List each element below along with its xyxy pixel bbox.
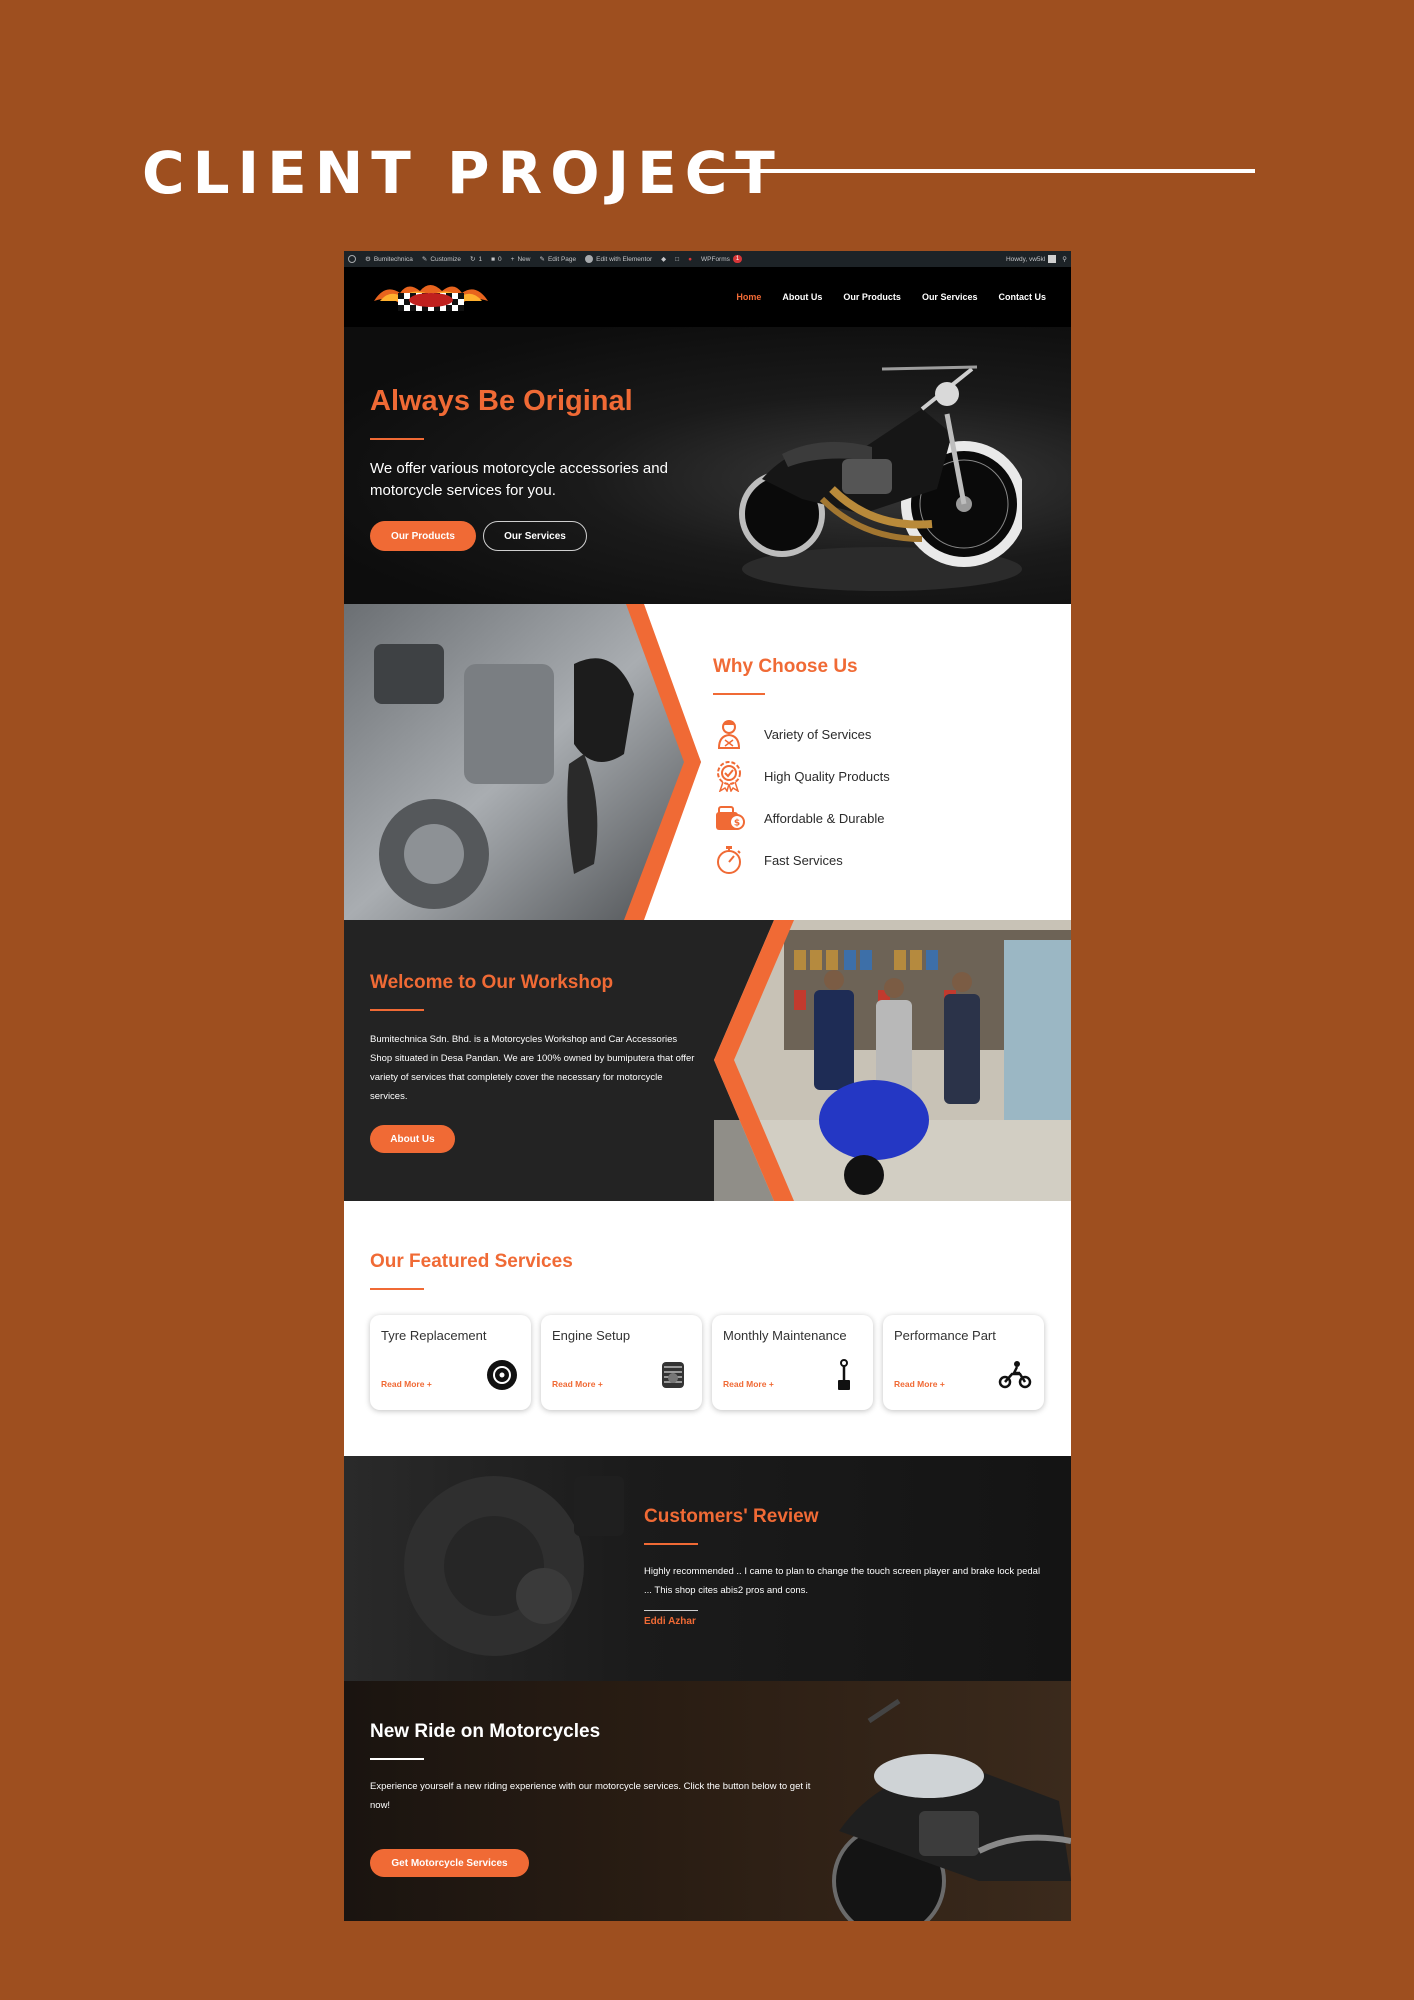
wordpress-icon[interactable] (348, 255, 356, 263)
mechanic-photo (344, 604, 701, 920)
about-us-button[interactable]: About Us (370, 1125, 455, 1153)
service-card-engine[interactable]: Engine Setup Read More + (541, 1315, 702, 1410)
admin-howdy[interactable]: Howdy, vw5kl (1006, 255, 1057, 263)
service-card-tyre[interactable]: Tyre Replacement Read More + (370, 1315, 531, 1410)
customer-review-section: Customers' Review Highly recommended .. … (344, 1456, 1071, 1681)
review-title: Customers' Review (644, 1506, 819, 1527)
why-list: Variety of Services High Quality Product… (713, 713, 890, 881)
read-more-link[interactable]: Read More + (894, 1379, 945, 1389)
new-ride-section: New Ride on Motorcycles Experience yours… (344, 1681, 1071, 1921)
featured-title: Our Featured Services (370, 1251, 573, 1272)
card-title: Tyre Replacement (381, 1328, 487, 1343)
why-title: Why Choose Us (713, 656, 858, 677)
banner: CLIENT PROJECT (142, 138, 783, 208)
workshop-divider (370, 1009, 424, 1011)
service-card-performance[interactable]: Performance Part Read More + (883, 1315, 1044, 1410)
workshop-title: Welcome to Our Workshop (370, 972, 614, 993)
svg-text:$: $ (734, 819, 740, 829)
ride-text: Experience yourself a new riding experie… (370, 1781, 811, 1811)
nav-contact-us[interactable]: Contact Us (998, 292, 1046, 302)
ride-divider (370, 1758, 424, 1760)
quality-badge-icon (717, 761, 741, 792)
avatar (1048, 255, 1057, 263)
why-item-label: Fast Services (764, 852, 843, 868)
nav-our-services[interactable]: Our Services (922, 292, 978, 302)
nav-our-products[interactable]: Our Products (843, 292, 901, 302)
piston-icon (838, 1359, 850, 1390)
admin-site-name[interactable]: ⚙ Bumitechnica (365, 255, 413, 264)
review-background-image (404, 1476, 624, 1656)
card-title: Monthly Maintenance (723, 1328, 847, 1343)
admin-wpforms[interactable]: WPForms 1 (701, 255, 743, 263)
hero-title: Always Be Original (370, 385, 633, 417)
seo-icon[interactable]: □ (675, 256, 679, 263)
record-dot-icon: ● (688, 255, 692, 263)
why-item-label: High Quality Products (764, 768, 890, 784)
mechanic-icon (717, 720, 741, 749)
featured-services-section: Our Featured Services Tyre Replacement R… (344, 1201, 1071, 1456)
review-author: Eddi Azhar (644, 1616, 696, 1627)
card-title: Engine Setup (552, 1328, 631, 1343)
why-choose-us-section: Why Choose Us Variety of Services High Q… (344, 604, 1071, 920)
admin-updates[interactable]: ↻ 1 (470, 255, 482, 264)
why-divider (713, 693, 765, 695)
list-item: Fast Services (713, 839, 890, 881)
our-services-button[interactable]: Our Services (483, 521, 587, 551)
search-icon[interactable]: ⚲ (1062, 255, 1067, 263)
diamond-icon[interactable]: ◆ (661, 255, 666, 263)
wp-admin-bar: ⚙ Bumitechnica ✎ Customize ↻ 1 ■ 0 + New ✎ Edi… (344, 251, 1071, 267)
site-header: Home About Us Our Products Our Services … (344, 267, 1071, 327)
banner-title: CLIENT PROJECT (142, 139, 783, 207)
admin-new[interactable]: + New (511, 256, 531, 263)
wallet-icon: $ (716, 806, 745, 830)
list-item: High Quality Products (713, 755, 890, 797)
hero-divider (370, 438, 424, 440)
our-products-button[interactable]: Our Products (370, 521, 476, 551)
admin-customize[interactable]: ✎ Customize (422, 255, 461, 264)
read-more-link[interactable]: Read More + (381, 1379, 432, 1389)
engine-icon (662, 1362, 684, 1388)
why-item-label: Variety of Services (764, 726, 872, 742)
workshop-section: Welcome to Our Workshop Bumitechnica Sdn… (344, 920, 1071, 1201)
service-card-maintenance[interactable]: Monthly Maintenance Read More + (712, 1315, 873, 1410)
site-logo[interactable] (370, 277, 492, 317)
nav-home[interactable]: Home (736, 292, 761, 302)
tyre-icon (487, 1360, 517, 1390)
ride-title: New Ride on Motorcycles (370, 1721, 601, 1742)
motorcycle-image (739, 365, 1022, 591)
website-screenshot: ⚙ Bumitechnica ✎ Customize ↻ 1 ■ 0 + New ✎ Edi… (344, 251, 1071, 1921)
main-nav: Home About Us Our Products Our Services … (736, 292, 1046, 302)
list-item: $ Affordable & Durable (713, 797, 890, 839)
workshop-photo (714, 920, 1071, 1201)
featured-divider (370, 1288, 424, 1290)
review-text: Highly recommended .. I came to plan to … (644, 1566, 1041, 1596)
hero-section: Always Be Original We offer various moto… (344, 327, 1071, 604)
banner-rule (688, 169, 1255, 173)
admin-edit-page[interactable]: ✎ Edit Page (539, 255, 576, 264)
service-cards: Tyre Replacement Read More + Engine Setu… (370, 1315, 1044, 1410)
motorcycle-image (832, 1698, 1071, 1921)
stopwatch-icon (717, 846, 741, 874)
list-item: Variety of Services (713, 713, 890, 755)
review-divider (644, 1543, 698, 1545)
card-title: Performance Part (894, 1328, 996, 1343)
hero-text: We offer various motorcycle accessories … (370, 460, 668, 499)
get-motorcycle-services-button[interactable]: Get Motorcycle Services (370, 1849, 529, 1877)
admin-comments[interactable]: ■ 0 (491, 256, 502, 263)
workshop-text: Bumitechnica Sdn. Bhd. is a Motorcycles … (370, 1034, 695, 1102)
nav-about-us[interactable]: About Us (782, 292, 822, 302)
dirtbike-icon (998, 1361, 1032, 1389)
review-author-divider (644, 1610, 698, 1611)
admin-edit-elementor[interactable]: Edit with Elementor (585, 255, 652, 263)
why-item-label: Affordable & Durable (764, 810, 885, 826)
read-more-link[interactable]: Read More + (723, 1379, 774, 1389)
read-more-link[interactable]: Read More + (552, 1379, 603, 1389)
